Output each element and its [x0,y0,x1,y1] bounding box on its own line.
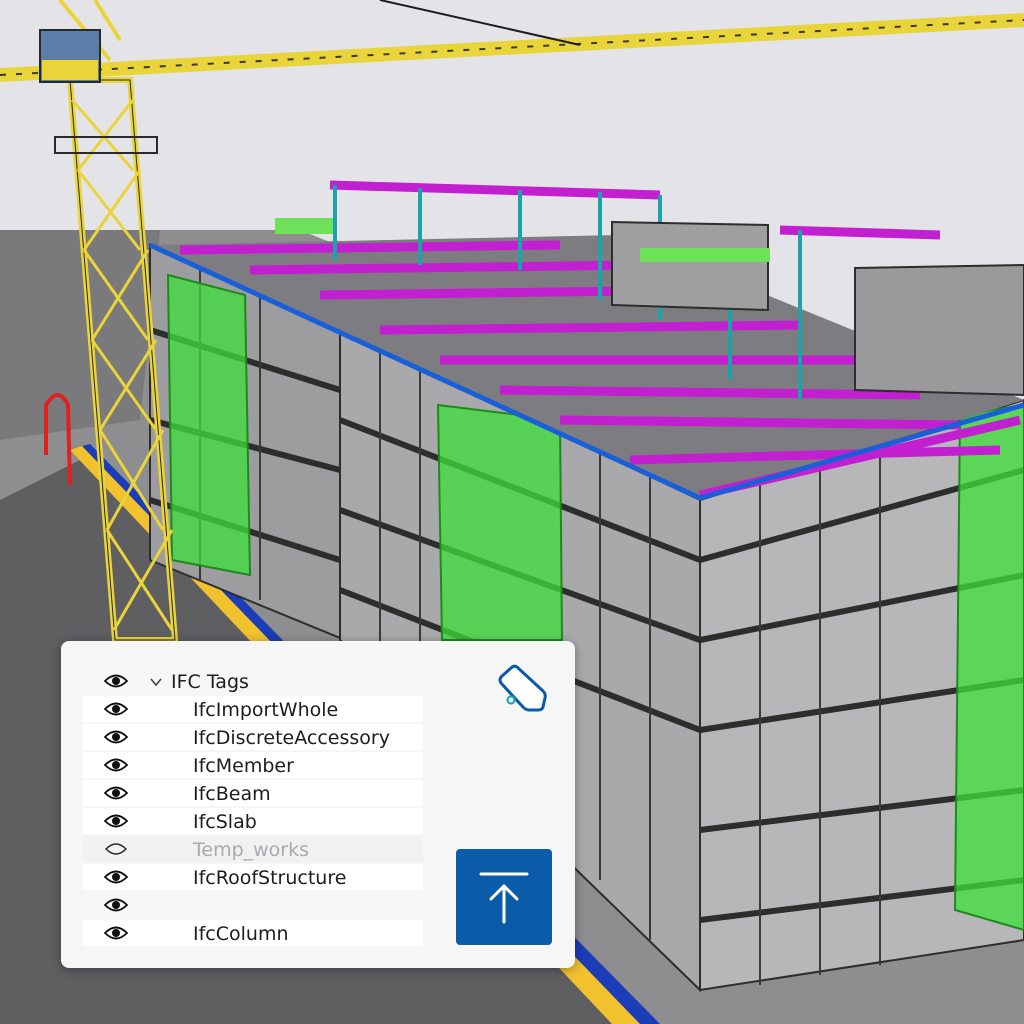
tag-tree: IFC Tags IfcImportWhole IfcDiscreteAcces… [83,667,423,947]
eye-icon[interactable] [102,783,130,803]
eye-icon[interactable] [102,895,130,915]
eye-icon[interactable] [102,727,130,747]
ground-far [0,230,160,440]
tag-item-label: IfcMember [193,755,294,777]
tag-item[interactable]: IfcSlab [83,807,423,835]
roof-green-panel-2 [275,218,333,234]
tag-item[interactable] [83,891,423,919]
tag-item[interactable]: IfcColumn [83,919,423,947]
tag-icon [498,664,547,712]
eye-icon[interactable] [102,811,130,831]
tree-header-label: IFC Tags [171,671,249,693]
eye-icon[interactable] [102,755,130,775]
stair-core-right [953,403,1024,932]
tag-item-label: IfcBeam [193,783,271,805]
eye-icon[interactable] [102,671,130,691]
stair-core-front [436,403,564,641]
eye-icon[interactable] [102,699,130,719]
ifc-tags-panel: IFC Tags IfcImportWhole IfcDiscreteAcces… [61,641,575,968]
upload-arrow-icon [479,872,529,924]
tag-item[interactable]: IfcRoofStructure [83,863,423,891]
roof-plant-box-1 [611,220,769,312]
chevron-down-icon[interactable] [149,674,163,688]
tag-item[interactable]: IfcDiscreteAccessory [83,723,423,751]
roof-green-panel [640,248,770,262]
tag-item[interactable]: IfcBeam [83,779,423,807]
upload-button[interactable] [456,849,552,945]
tag-item-label: IfcRoofStructure [193,867,347,889]
eye-icon[interactable] [102,923,130,943]
stair-core-left [166,273,252,577]
tag-item[interactable]: IfcMember [83,751,423,779]
eye-icon[interactable] [102,867,130,887]
tag-item[interactable]: Temp_works [83,835,423,863]
tag-item-label: IfcDiscreteAccessory [193,727,390,749]
tag-button[interactable] [495,659,553,717]
tag-item[interactable]: IfcImportWhole [83,695,423,723]
roof-plant-box-2 [854,263,1024,397]
tag-item-label: Temp_works [193,839,310,861]
tag-item-label: IfcImportWhole [193,699,339,721]
tree-header-ifc-tags[interactable]: IFC Tags [83,667,423,695]
tag-item-label: IfcColumn [193,923,289,945]
eye-closed-icon[interactable] [102,839,130,859]
tag-item-label: IfcSlab [193,811,257,833]
